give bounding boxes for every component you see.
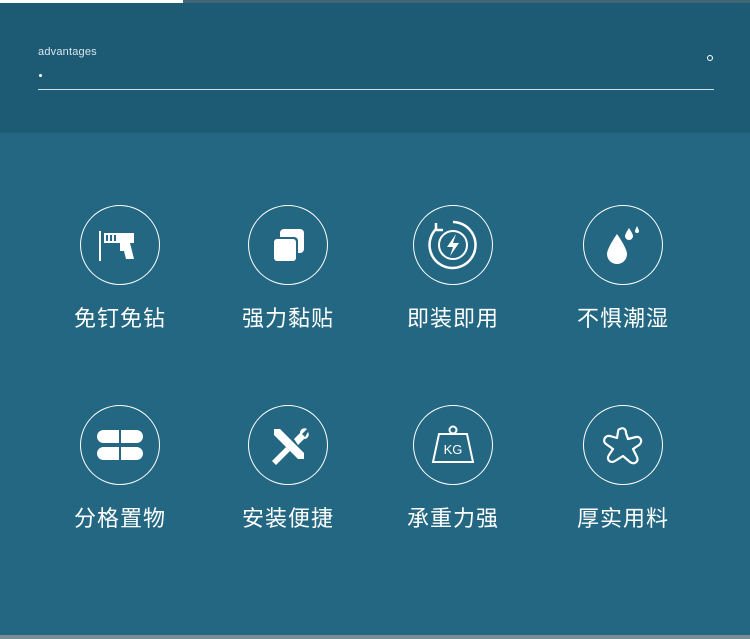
feature-compartments: 分格置物 [40,405,200,533]
header-label: advantages [38,46,97,58]
water-drop-icon [583,205,663,285]
feature-ready-to-use: 即装即用 [373,205,533,333]
lightning-power-icon [413,205,493,285]
bottom-divider [0,635,750,639]
kg-weight-icon: KG [413,405,493,485]
kg-label: KG [444,442,463,457]
adhesive-layers-icon [248,205,328,285]
feature-moisture-proof: 不惧潮湿 [543,205,703,333]
feature-thick-material: 厚实用料 [543,405,703,533]
header-ring-icon [707,55,713,61]
material-star-icon [583,405,663,485]
feature-caption: 厚实用料 [576,507,669,532]
header-divider [38,89,714,90]
drill-icon [80,205,160,285]
feature-caption: 免钉免钻 [73,307,166,332]
tools-icon [248,405,328,485]
feature-caption: 分格置物 [73,507,166,532]
feature-caption: 不惧潮湿 [576,307,669,332]
feature-caption: 强力黏贴 [241,307,334,332]
compartments-icon [80,405,160,485]
feature-caption: 即装即用 [406,307,499,332]
header-dot [39,74,42,77]
feature-caption: 承重力强 [406,507,499,532]
feature-strong-load: KG 承重力强 [373,405,533,533]
feature-caption: 安装便捷 [241,507,334,532]
feature-strong-adhesive: 强力黏贴 [208,205,368,333]
feature-easy-install: 安装便捷 [208,405,368,533]
feature-no-drill: 免钉免钻 [40,205,200,333]
header-band: advantages [0,3,750,133]
